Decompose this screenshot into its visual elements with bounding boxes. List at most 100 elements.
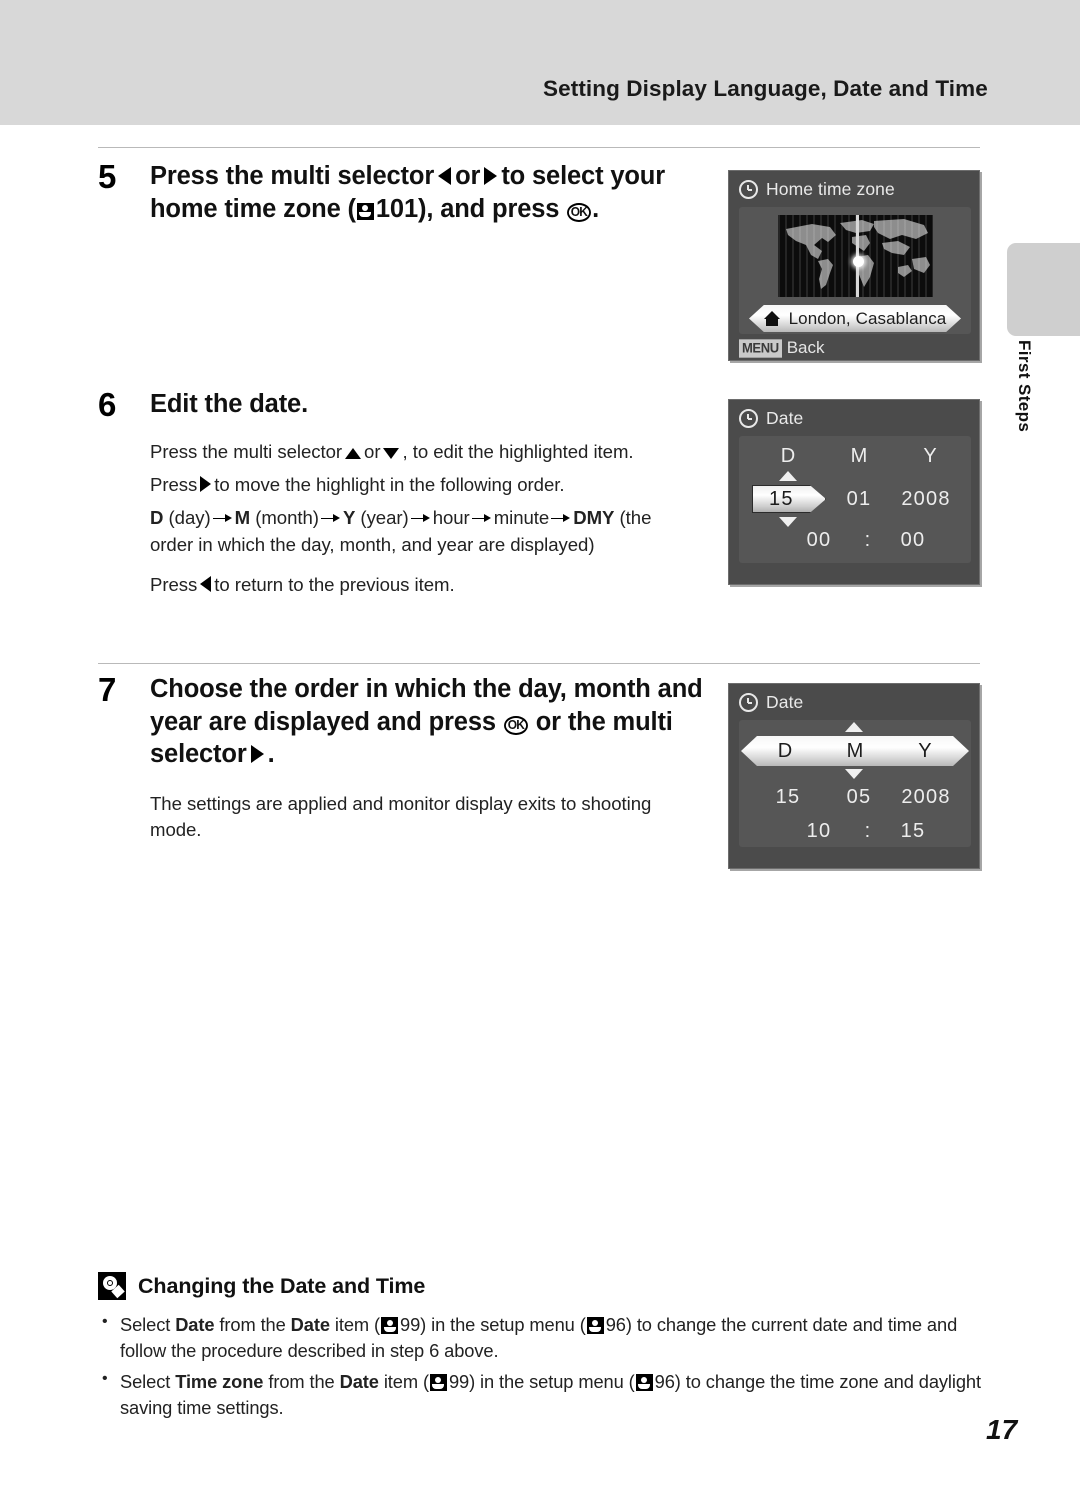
lightbulb-filament: [106, 1279, 113, 1286]
step-7: 7 Choose the order in which the day, mon…: [98, 673, 708, 844]
arrow-left-icon: [200, 576, 212, 593]
reference-icon: [381, 1317, 398, 1334]
arrow-right-icon: [200, 476, 212, 493]
screen-date-step7: Date D M Y 15 05 2008 10 : 15: [728, 683, 980, 869]
reference-icon: [635, 1374, 653, 1392]
screen-date-step6: Date D M Y 15 01 2008 00 : 00: [728, 399, 980, 585]
note-list: Select Date from the Date item (99) in t…: [98, 1311, 988, 1422]
screen-home-menu-row[interactable]: MENU Back: [739, 338, 824, 358]
date6-minute-value[interactable]: 00: [878, 529, 948, 552]
date7-increment-arrow[interactable]: [845, 722, 863, 732]
screen-date7-title-row: Date: [739, 692, 803, 713]
step-6-order-para: D (day) M (month) Y (year) hour minute DMY (t…: [150, 505, 695, 558]
arrow-right-icon: [250, 745, 264, 764]
note1-ref2: 96: [605, 1314, 626, 1335]
date7-month-value[interactable]: 05: [824, 786, 894, 809]
arrow-right-line-icon: [471, 513, 492, 523]
step-5-heading-text-1: Press the multi selector: [150, 162, 435, 190]
menu-button-icon: MENU: [739, 338, 782, 358]
clock-icon: [739, 693, 758, 712]
ok-button-icon: OK: [567, 202, 592, 222]
chapter-tab-block: [1007, 243, 1080, 336]
screen-home-title-row: Home time zone: [739, 179, 895, 200]
date7-year-value[interactable]: 2008: [891, 786, 961, 809]
page-number: 17: [986, 1414, 1018, 1445]
arrow-up-icon: [345, 447, 362, 459]
note2-b: from the: [268, 1371, 335, 1393]
note2-bold1: Time zone: [175, 1371, 264, 1393]
lightbulb-icon: [98, 1272, 126, 1300]
note2-c: item (: [383, 1371, 429, 1393]
step-6-p2-a: Press: [150, 474, 198, 496]
step-6-number: 6: [98, 386, 117, 423]
note1-c: item (: [334, 1314, 380, 1335]
step-6: 6 Edit the date. Press the multi selecto…: [98, 388, 698, 599]
arrow-left-icon: [438, 167, 452, 185]
note-heading-row: Changing the Date and Time: [98, 1272, 988, 1300]
note2-ref2: 96: [654, 1371, 675, 1393]
date6-header-m: M: [850, 445, 868, 467]
section-divider-step7: [98, 663, 980, 664]
date6-header-d: D: [780, 445, 796, 467]
arrow-right-line-icon: [212, 513, 233, 523]
step-6-p1-c: , to edit the highlighted item.: [402, 440, 634, 462]
section-divider-top: [98, 147, 980, 148]
date7-order-d: D: [777, 739, 793, 762]
note1-a: Select: [120, 1314, 171, 1335]
home-timezone-banner[interactable]: London, Casablanca: [749, 305, 961, 332]
screen-date6-title: Date: [766, 408, 804, 428]
arrow-right-line-icon: [320, 513, 341, 523]
note2-bold2: Date: [339, 1371, 379, 1393]
note1-bold2: Date: [290, 1314, 330, 1335]
arrow-right-line-icon: [551, 513, 571, 523]
date6-day-value: 15: [769, 487, 794, 510]
page-title: Setting Display Language, Date and Time: [543, 76, 988, 101]
screen-date6-title-row: Date: [739, 408, 803, 429]
step-5-heading: Press the multi selector or to select your…: [150, 160, 698, 225]
house-icon: [763, 311, 781, 326]
note1-d: ) in the setup menu (: [420, 1314, 586, 1335]
note-section: Changing the Date and Time Select Date f…: [98, 1272, 988, 1427]
world-map-image: [778, 215, 933, 297]
date7-order-m: M: [846, 739, 864, 762]
reference-icon: [586, 1317, 604, 1334]
date7-day-value[interactable]: 15: [753, 786, 823, 809]
step-7-body: The settings are applied and monitor dis…: [150, 791, 670, 844]
date7-decrement-arrow[interactable]: [845, 769, 863, 779]
date6-day-selector[interactable]: 15: [752, 485, 826, 513]
timezone-marker: [852, 256, 864, 267]
date6-increment-arrow[interactable]: [779, 471, 797, 481]
step-5-heading-text-4: ), and press: [417, 194, 560, 223]
step-7-heading-end: .: [267, 740, 275, 769]
clock-icon: [739, 180, 758, 199]
step-6-p3-a: Press: [150, 574, 198, 596]
step-7-number: 7: [98, 671, 117, 708]
note1-b: from the: [219, 1314, 286, 1335]
order-hour: hour: [432, 507, 470, 529]
note-title: Changing the Date and Time: [138, 1273, 426, 1298]
step-6-p3-b: to return to the previous item.: [214, 574, 455, 596]
date7-order-y: Y: [918, 739, 932, 762]
step-5-number: 5: [98, 158, 117, 195]
step-6-para-3: Press to return to the previous item.: [150, 572, 695, 598]
clock-icon: [739, 409, 758, 428]
step-5-ref-page: 101: [375, 194, 418, 223]
screen-date7-inner-panel: D M Y 15 05 2008 10 : 15: [739, 720, 971, 847]
date7-minute-value[interactable]: 15: [878, 820, 948, 843]
step-5: 5 Press the multi selector or to select yo…: [98, 160, 698, 225]
home-timezone-value: London, Casablanca: [788, 308, 947, 328]
order-m-word: (month): [255, 507, 319, 529]
screen-date6-inner-panel: D M Y 15 01 2008 00 : 00: [739, 436, 971, 563]
step-5-heading-end: .: [592, 194, 600, 223]
date6-year-value[interactable]: 2008: [891, 488, 961, 511]
step-6-heading: Edit the date.: [150, 390, 308, 418]
date6-month-value[interactable]: 01: [824, 488, 894, 511]
order-y: Y: [342, 507, 356, 529]
step-6-p1-a: Press the multi selector: [150, 440, 343, 462]
ok-button-icon: OK: [503, 715, 528, 735]
date7-order-selector[interactable]: D M Y: [741, 736, 969, 766]
chapter-tab-label: First Steps: [1015, 340, 1034, 433]
date6-decrement-arrow[interactable]: [779, 517, 797, 527]
screen-home-time-zone: Home time zone London, Casablanca MENU B…: [728, 170, 980, 361]
note-list-item: Select Time zone from the Date item (99)…: [98, 1368, 988, 1421]
